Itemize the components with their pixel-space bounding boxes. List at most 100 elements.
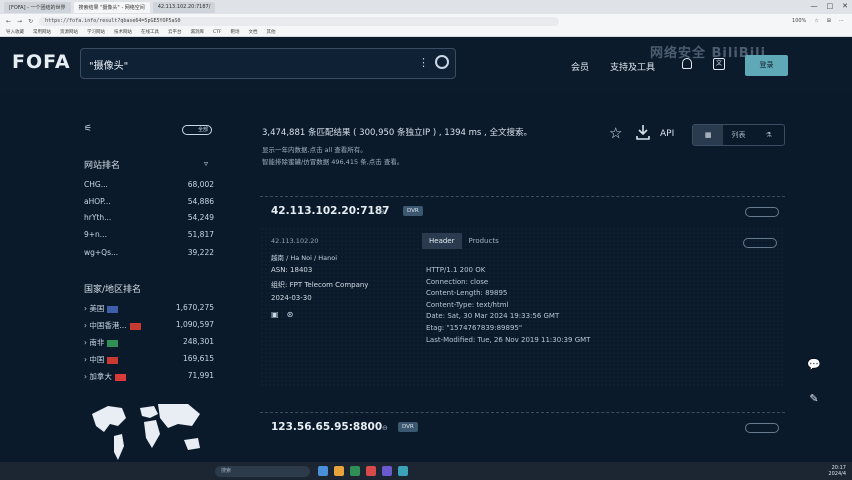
address-bar: ← → ↻ https://fofa.info/result?qbase64=5… — [0, 14, 852, 28]
product-tag[interactable]: DVR — [403, 206, 423, 216]
grid-view-icon[interactable]: ▦ — [693, 125, 724, 145]
link-icon[interactable]: ⊖ — [382, 424, 388, 432]
bookmark-item[interactable]: 靶场 — [230, 29, 239, 35]
maximize-icon[interactable]: □ — [827, 2, 834, 10]
result-summary: 3,474,881 条匹配结果 ( 300,950 条独立IP ) , 1394… — [262, 128, 532, 138]
zoom-level[interactable]: 100% — [792, 18, 806, 24]
view-mode-toggle: ▦ 列表 ⚗ — [692, 124, 785, 146]
app-icon[interactable] — [318, 466, 328, 476]
country-rank-title: 国家/地区排名 — [84, 285, 142, 295]
browser-tab[interactable]: 42.113.102.20:7187/ — [152, 1, 216, 13]
list-view-button[interactable]: 列表 — [723, 125, 753, 145]
fofa-logo[interactable]: FOFA — [12, 51, 71, 73]
url-field[interactable]: https://fofa.info/result?qbase64=5pGE5YO… — [39, 16, 560, 26]
taskbar-apps — [318, 466, 408, 476]
system-clock[interactable]: 20:17 2024/4 — [828, 465, 852, 477]
bookmark-item[interactable]: 导入收藏 — [6, 29, 24, 35]
nav-support-tools[interactable]: 支持及工具 — [610, 60, 655, 73]
tab-header[interactable]: Header — [422, 233, 462, 249]
result-location[interactable]: 越南 / Ha Noi / Hanoi — [271, 252, 337, 262]
edit-icon[interactable]: ✎ — [806, 392, 822, 408]
login-button[interactable]: 登录 — [745, 55, 788, 76]
result-ip[interactable]: 42.113.102.20 — [271, 237, 319, 245]
site-rank-item[interactable]: CHG... 68,002 — [84, 180, 214, 189]
country-rank-item[interactable]: › 加拿大 71,991 — [84, 371, 214, 382]
os-taskbar: 搜索 20:17 2024/4 — [0, 462, 852, 480]
tab-products[interactable]: Products — [462, 233, 506, 249]
search-box[interactable]: "摄像头" ⋮ — [80, 48, 456, 79]
bell-icon[interactable] — [682, 58, 692, 69]
browser-tab-active[interactable]: 搜索结果 "摄像头" - 网络空间 — [73, 1, 150, 13]
api-link[interactable]: API — [660, 129, 674, 139]
chat-icon[interactable]: 💬 — [806, 358, 822, 374]
detail-tabs: Header Products — [422, 233, 506, 249]
world-map — [92, 404, 200, 460]
taskbar-search[interactable]: 搜索 — [215, 465, 310, 477]
reload-icon[interactable]: ↻ — [28, 18, 33, 25]
bookmark-item[interactable]: 在线工具 — [141, 29, 159, 35]
result-card: 42.113.102.20:7187 ⊖ DVR 42.113.102.20 越… — [260, 196, 785, 387]
menu-icon[interactable]: ⋯ — [839, 18, 844, 24]
filter-icon[interactable]: ⚟ — [84, 124, 92, 134]
country-rank-item[interactable]: › 美国 1,670,275 — [84, 303, 214, 314]
browser-icon[interactable] — [398, 466, 408, 476]
back-icon[interactable]: ← — [6, 18, 11, 25]
result-actions: ▣ ⊛ — [271, 310, 293, 319]
product-tag[interactable]: DVR — [398, 422, 418, 432]
result-host-link[interactable]: 123.56.65.95:8800 — [271, 421, 382, 433]
globe-icon[interactable]: ⊛ — [287, 310, 294, 319]
forward-icon[interactable]: → — [17, 18, 22, 25]
chart-view-icon[interactable]: ⚗ — [754, 125, 784, 145]
result-date: 2024-03-30 — [271, 294, 312, 302]
more-options-icon[interactable]: ⋮ — [418, 56, 429, 69]
result-hint-all[interactable]: 显示一年内数据,点击 all 查看所有。 — [262, 144, 367, 154]
bookmark-item[interactable]: 技术网站 — [114, 29, 132, 35]
screenshot-icon[interactable]: ▣ — [271, 310, 279, 319]
result-host-link[interactable]: 42.113.102.20:7187 — [271, 205, 389, 217]
browser-tab[interactable]: [FOFA] - 一个团结的世界 — [4, 1, 71, 13]
bookmark-item[interactable]: 文档 — [248, 29, 257, 35]
flag-icon — [107, 339, 119, 347]
bookmark-item[interactable]: 其他 — [266, 29, 275, 35]
bookmark-item[interactable]: 云平台 — [168, 29, 182, 35]
app-icon[interactable] — [382, 466, 392, 476]
bookmark-item[interactable]: 常用网站 — [33, 29, 51, 35]
nav-member[interactable]: 会员 — [571, 60, 589, 73]
result-org[interactable]: 组织: FPT Telecom Company — [271, 280, 368, 290]
bookmark-item[interactable]: CTF — [213, 30, 221, 35]
country-rank-item[interactable]: › 中国香港... 1,090,597 — [84, 320, 214, 331]
star-icon[interactable]: ☆ — [609, 124, 622, 142]
filter-toggle[interactable]: 全部 — [182, 125, 212, 135]
app-header: FOFA "摄像头" ⋮ 网络安全 BiliBili 会员 支持及工具 文 登录 — [0, 38, 852, 92]
site-rank-item[interactable]: aHOP... 54,886 — [84, 197, 214, 206]
app-icon[interactable] — [366, 466, 376, 476]
result-asn[interactable]: ASN: 18403 — [271, 266, 312, 274]
link-icon[interactable]: ⊖ — [379, 208, 385, 216]
flag-icon — [107, 305, 119, 313]
download-icon[interactable] — [636, 124, 650, 140]
bookmark-item[interactable]: 资源网站 — [60, 29, 78, 35]
folder-icon[interactable] — [334, 466, 344, 476]
cert-pill[interactable] — [745, 207, 779, 217]
minimize-icon[interactable]: — — [811, 2, 818, 10]
search-icon[interactable] — [435, 55, 449, 69]
site-rank-title: 网站排名 — [84, 161, 121, 171]
result-hint-honeypot[interactable]: 智能排除蜜罐/仿冒数据 496,415 条,点击 查看。 — [262, 156, 403, 166]
translate-icon[interactable]: 文 — [713, 58, 725, 70]
close-icon[interactable]: ✕ — [842, 2, 848, 10]
extensions-icon[interactable]: ⊞ — [827, 18, 831, 24]
country-rank-item[interactable]: › 中国 169,615 — [84, 354, 214, 365]
site-rank-item[interactable]: hrYth... 54,249 — [84, 213, 214, 222]
bookmark-item[interactable]: 漏洞库 — [191, 29, 205, 35]
site-rank-item[interactable]: 9+n... 51,817 — [84, 230, 214, 239]
cert-pill[interactable] — [745, 423, 779, 433]
filter-funnel-icon[interactable]: ▿ — [204, 159, 208, 168]
bookmark-item[interactable]: 学习网站 — [87, 29, 105, 35]
search-input[interactable]: "摄像头" — [89, 57, 128, 72]
country-rank-item[interactable]: › 南非 248,301 — [84, 337, 214, 348]
address-bar-tools: 100% ☆ ⊞ ⋯ — [792, 18, 852, 24]
star-bookmark-icon[interactable]: ☆ — [814, 18, 818, 24]
app-icon[interactable] — [350, 466, 360, 476]
detail-pill[interactable] — [743, 238, 777, 248]
site-rank-item[interactable]: wg+Qs... 39,222 — [84, 248, 214, 257]
